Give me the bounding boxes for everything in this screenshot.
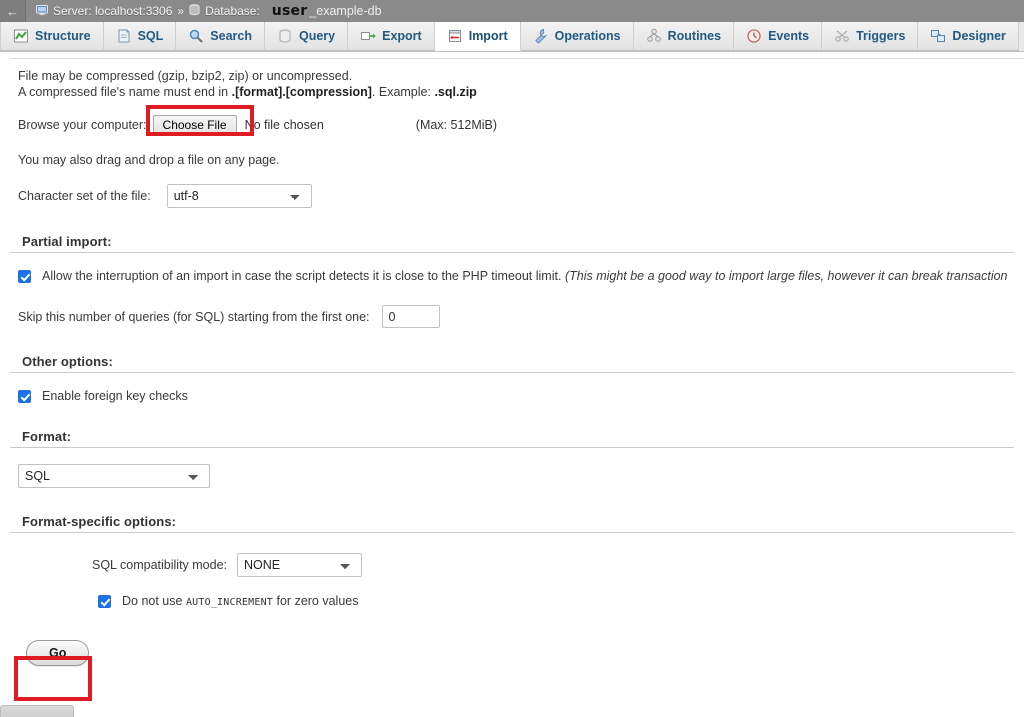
tab-label: Export: [382, 29, 422, 43]
foreign-key-row: Enable foreign key checks: [18, 389, 1024, 403]
charset-select[interactable]: utf-8: [166, 184, 312, 208]
no-auto-increment-label: Do not use AUTO_INCREMENT for zero value…: [122, 594, 359, 608]
tab-label: Designer: [952, 29, 1006, 43]
browse-file-row: Browse your computer: Choose File No fil…: [18, 114, 1024, 136]
max-upload-size-label: (Max: 512MiB): [415, 118, 498, 132]
tab-sql[interactable]: SQL: [103, 22, 177, 51]
other-options-heading: Other options:: [10, 354, 1014, 373]
compression-note-line-2: A compressed file's name must end in .[f…: [18, 84, 1024, 100]
compression-format-token: .[format].[compression]: [231, 85, 372, 99]
allow-interruption-text: Allow the interruption of an import in c…: [42, 269, 562, 283]
allow-interruption-checkbox[interactable]: [18, 270, 31, 283]
designer-icon: [930, 28, 946, 44]
tab-structure[interactable]: Structure: [0, 22, 104, 51]
routines-icon: [646, 28, 662, 44]
skip-queries-row: Skip this number of queries (for SQL) st…: [18, 305, 1024, 328]
charset-row: Character set of the file: utf-8: [18, 184, 1024, 208]
skip-queries-input[interactable]: [381, 305, 440, 328]
clock-icon: [746, 28, 762, 44]
breadcrumb-database-label[interactable]: Database:: [205, 4, 260, 18]
export-icon: [360, 28, 376, 44]
allow-interruption-row: Allow the interruption of an import in c…: [18, 269, 1024, 283]
format-select[interactable]: SQL: [18, 464, 210, 488]
structure-icon: [13, 28, 29, 44]
breadcrumb-separator: »: [177, 4, 185, 18]
file-to-import-section: File may be compressed (gzip, bzip2, zip…: [0, 52, 1024, 208]
tab-label: SQL: [137, 29, 164, 43]
sql-compatibility-mode-label: SQL compatibility mode:: [92, 558, 228, 572]
format-heading: Format:: [10, 429, 1014, 448]
auto-increment-prefix: Do not use: [122, 594, 186, 608]
triggers-icon: [834, 28, 850, 44]
partial-import-heading: Partial import:: [10, 234, 1014, 253]
tab-label: Query: [298, 29, 336, 43]
auto-increment-suffix: for zero values: [273, 594, 359, 608]
content-divider: [10, 58, 1024, 59]
sql-compat-row: SQL compatibility mode: NONE: [92, 553, 1024, 577]
browse-label: Browse your computer:: [18, 118, 147, 132]
choose-file-button[interactable]: Choose File: [152, 114, 237, 136]
compression-note-mid: . Example:: [371, 85, 435, 99]
sql-icon: [116, 28, 132, 44]
tab-events[interactable]: Events: [734, 22, 823, 51]
compression-note-line-1: File may be compressed (gzip, bzip2, zip…: [18, 69, 353, 83]
sql-compatibility-mode-select[interactable]: NONE: [237, 553, 363, 577]
breadcrumb-db-name-rest: _example-db: [309, 4, 382, 18]
back-arrow-button[interactable]: ←: [0, 0, 26, 22]
import-page-content: File may be compressed (gzip, bzip2, zip…: [0, 52, 1024, 717]
format-specific-options-heading: Format-specific options:: [10, 514, 1014, 533]
tab-export[interactable]: Export: [348, 22, 435, 51]
go-button[interactable]: Go: [26, 640, 90, 666]
back-arrow-icon: ←: [6, 3, 19, 19]
tab-label: Search: [210, 29, 252, 43]
search-icon: [188, 28, 204, 44]
server-icon: [36, 4, 48, 19]
tab-label: Events: [768, 29, 810, 43]
compression-note-prefix: A compressed file's name must end in: [18, 85, 232, 99]
database-icon: [189, 3, 200, 19]
tab-label: Routines: [667, 29, 722, 43]
import-icon: [447, 28, 463, 44]
query-icon: [277, 28, 293, 44]
tab-designer[interactable]: Designer: [918, 22, 1019, 51]
tab-triggers[interactable]: Triggers: [822, 22, 919, 51]
wrench-icon: [533, 28, 549, 44]
tab-label: Structure: [35, 29, 91, 43]
auto-increment-row: Do not use AUTO_INCREMENT for zero value…: [92, 594, 1024, 608]
no-file-chosen-label: No file chosen: [244, 118, 324, 132]
breadcrumb: ← Server: localhost:3306 » Database: use…: [0, 0, 1024, 22]
compression-example-token: .sql.zip: [434, 85, 477, 99]
auto-increment-keyword: AUTO_INCREMENT: [185, 597, 274, 608]
main-tab-bar: Structure SQL Search Query Export Import…: [0, 22, 1024, 52]
tab-routines[interactable]: Routines: [633, 22, 735, 51]
enable-foreign-key-checks-checkbox[interactable]: [18, 390, 31, 403]
skip-queries-label: Skip this number of queries (for SQL) st…: [18, 309, 370, 324]
breadcrumb-db-name-highlight: user: [271, 3, 308, 19]
breadcrumb-server-label[interactable]: Server: localhost:3306: [53, 4, 172, 18]
tab-query[interactable]: Query: [264, 22, 349, 51]
browser-status-stub: [0, 705, 74, 717]
tab-label: Import: [468, 29, 508, 43]
drag-and-drop-hint: You may also drag and drop a file on any…: [18, 153, 280, 167]
charset-label: Character set of the file:: [18, 189, 151, 203]
tab-operations[interactable]: Operations: [520, 22, 634, 51]
tab-label: Operations: [554, 29, 621, 43]
enable-foreign-key-checks-label: Enable foreign key checks: [42, 389, 188, 403]
allow-interruption-label: Allow the interruption of an import in c…: [42, 269, 1008, 283]
allow-interruption-note: (This might be a good way to import larg…: [564, 269, 1008, 283]
tab-label: Triggers: [856, 29, 906, 43]
tab-import[interactable]: Import: [434, 22, 521, 51]
no-auto-increment-checkbox[interactable]: [98, 595, 111, 608]
tab-search[interactable]: Search: [176, 22, 265, 51]
